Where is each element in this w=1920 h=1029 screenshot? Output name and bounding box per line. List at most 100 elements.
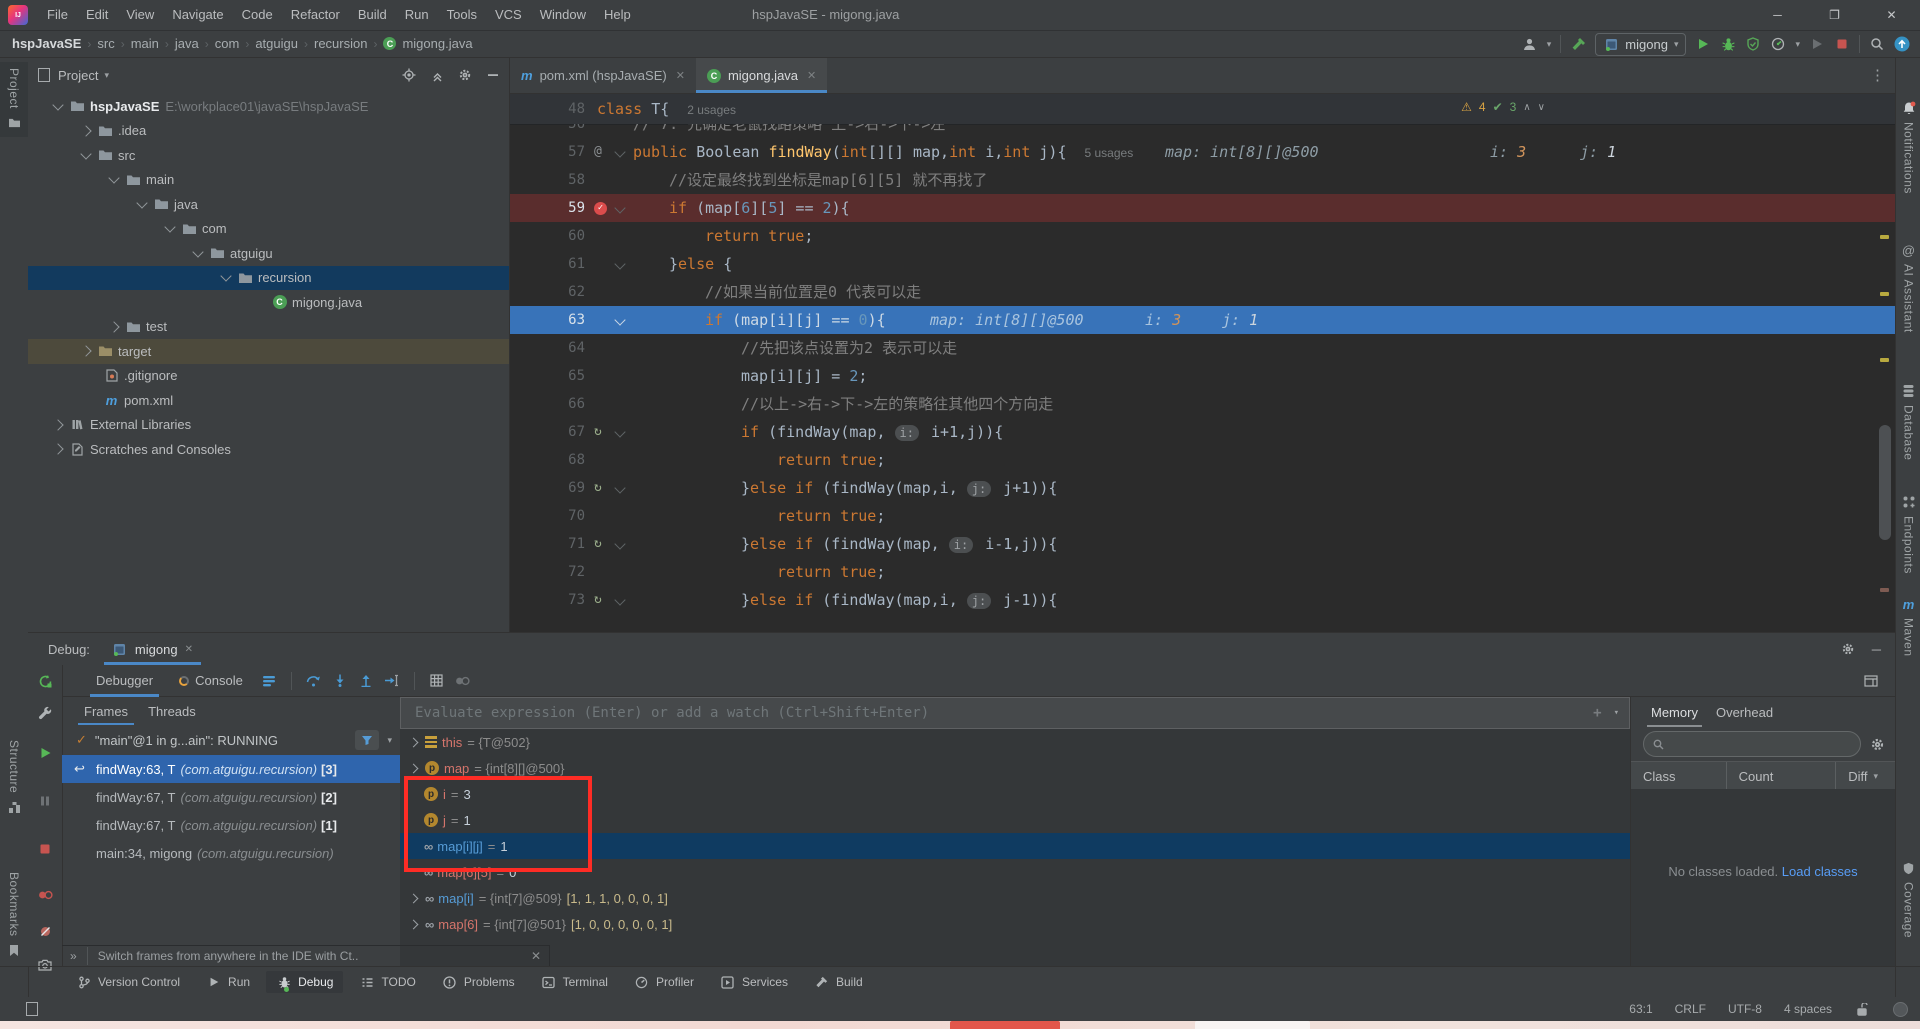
- step-out-icon[interactable]: [358, 673, 374, 689]
- view-breakpoints-icon[interactable]: [37, 887, 53, 903]
- settings-gear-icon[interactable]: [457, 67, 473, 83]
- debug-session-tab[interactable]: migong ✕: [104, 633, 201, 665]
- toolwindow-button-build[interactable]: Build: [804, 971, 873, 993]
- chevron-down-icon[interactable]: ▾: [1614, 708, 1619, 718]
- menu-tools[interactable]: Tools: [438, 0, 486, 30]
- menu-vcs[interactable]: VCS: [486, 0, 531, 30]
- memory-column-count[interactable]: Count: [1726, 762, 1836, 790]
- debug-tab-debugger[interactable]: Debugger: [88, 665, 161, 697]
- stripe-button-maven[interactable]: mMaven: [1896, 597, 1920, 657]
- tab-options-icon[interactable]: ⋮: [1870, 66, 1885, 84]
- caret-position[interactable]: 63:1: [1629, 1002, 1652, 1016]
- indent-setting[interactable]: 4 spaces: [1784, 1002, 1832, 1016]
- breadcrumb-item-src[interactable]: src: [97, 36, 114, 51]
- fold-marker-icon[interactable]: [614, 426, 625, 437]
- code-line-63[interactable]: 63if (map[i][j] == 0){map: int[8][]@500i…: [510, 306, 1895, 334]
- breadcrumb-item-migong.java[interactable]: migong.java: [402, 36, 472, 51]
- menu-view[interactable]: View: [117, 0, 163, 30]
- toolwindow-button-todo[interactable]: TODO: [349, 971, 425, 993]
- tree-item-.gitignore[interactable]: .gitignore: [28, 364, 509, 389]
- collapse-all-icon[interactable]: [429, 67, 445, 83]
- tree-item-ScratchesandConsoles[interactable]: Scratches and Consoles: [28, 437, 509, 462]
- stripe-button-notifications[interactable]: Notifications: [1896, 100, 1920, 194]
- profiler-icon[interactable]: [1770, 36, 1786, 52]
- chevron-down-icon[interactable]: [108, 173, 119, 184]
- memory-settings-gear-icon[interactable]: [1869, 736, 1885, 752]
- close-icon[interactable]: ✕: [807, 69, 816, 82]
- mute-breakpoints-icon[interactable]: [37, 923, 53, 939]
- update-icon[interactable]: [1894, 36, 1910, 52]
- menu-edit[interactable]: Edit: [77, 0, 117, 30]
- close-button[interactable]: ✕: [1863, 0, 1920, 30]
- error-stripe-mark[interactable]: [1880, 292, 1889, 296]
- stack-frame-row[interactable]: main:34, migong (com.atguigu.recursion): [62, 839, 400, 867]
- toolwindow-button-services[interactable]: Services: [710, 971, 798, 993]
- menu-help[interactable]: Help: [595, 0, 640, 30]
- tree-item-pom.xml[interactable]: mpom.xml: [28, 388, 509, 413]
- code-line-67[interactable]: 67↻if (findWay(map, i: i+1,j)){: [510, 418, 1895, 446]
- breakpoint-icon[interactable]: ✓: [594, 202, 607, 215]
- tree-item-main[interactable]: main: [28, 168, 509, 193]
- fold-marker-icon[interactable]: [614, 314, 625, 325]
- search-everywhere-icon[interactable]: [1869, 36, 1885, 52]
- menu-refactor[interactable]: Refactor: [282, 0, 349, 30]
- mute-breakpoints-dim-icon[interactable]: [455, 673, 471, 689]
- chevron-right-icon[interactable]: [409, 893, 419, 903]
- settings-wrench-icon[interactable]: [37, 705, 53, 721]
- code-line-57[interactable]: 57@public Boolean findWay(int[][] map,in…: [510, 138, 1895, 166]
- add-watch-icon[interactable]: +: [1593, 705, 1601, 721]
- chevron-down-icon[interactable]: [164, 222, 175, 233]
- code-line-73[interactable]: 73↻}else if (findWay(map,i, j: j-1)){: [510, 586, 1895, 614]
- settings-gear-icon[interactable]: [1840, 641, 1856, 657]
- tree-item-target[interactable]: target: [28, 339, 509, 364]
- editor-scrollbar[interactable]: [1879, 425, 1891, 540]
- step-into-icon[interactable]: [332, 673, 348, 689]
- usages-inlay[interactable]: 5 usages: [1085, 146, 1134, 160]
- evaluate-expression-input[interactable]: Evaluate expression (Enter) or add a wat…: [400, 697, 1630, 729]
- tree-item-hspJavaSE[interactable]: hspJavaSE E:\workplace01\javaSE\hspJavaS…: [28, 94, 509, 119]
- code-line-72[interactable]: 72return true;: [510, 558, 1895, 586]
- memory-tab-overhead[interactable]: Overhead: [1710, 697, 1779, 727]
- code-line-65[interactable]: 65map[i][j] = 2;: [510, 362, 1895, 390]
- chevron-down-icon[interactable]: ▾: [104, 70, 109, 81]
- project-header-title[interactable]: Project: [58, 68, 98, 83]
- editor-tab-pom.xml[interactable]: mpom.xml (hspJavaSE)✕: [510, 58, 696, 93]
- rerun-icon[interactable]: [37, 673, 53, 689]
- stack-frame-row[interactable]: findWay:67, T (com.atguigu.recursion) [1…: [62, 811, 400, 839]
- tree-item-src[interactable]: src: [28, 143, 509, 168]
- breadcrumb-item-hspJavaSE[interactable]: hspJavaSE: [12, 36, 81, 51]
- code-line-60[interactable]: 60return true;: [510, 222, 1895, 250]
- pause-icon[interactable]: [37, 793, 53, 809]
- stripe-button-database[interactable]: Database: [1896, 383, 1920, 460]
- chevron-right-icon[interactable]: [409, 737, 419, 747]
- layout-settings-icon[interactable]: [261, 673, 277, 689]
- chevron-down-icon[interactable]: [220, 271, 231, 282]
- stripe-button-coverage[interactable]: Coverage: [1896, 860, 1920, 938]
- usages-inlay[interactable]: 2 usages: [687, 103, 736, 117]
- variable-row-mapi[interactable]: ∞map[i] = {int[7]@509} [1, 1, 1, 0, 0, 0…: [400, 885, 1630, 911]
- memory-search-input[interactable]: [1643, 731, 1861, 757]
- chevron-down-icon[interactable]: [80, 148, 91, 159]
- stripe-button-project[interactable]: Project: [0, 62, 28, 137]
- variable-row-this[interactable]: this = {T@502}: [400, 729, 1630, 755]
- error-stripe-mark[interactable]: [1880, 235, 1889, 239]
- stack-frame-row[interactable]: findWay:67, T (com.atguigu.recursion) [2…: [62, 783, 400, 811]
- toolwindow-button-debug[interactable]: Debug: [266, 971, 343, 993]
- thread-selector[interactable]: ✓"main"@1 in g...ain": RUNNING▾: [62, 725, 400, 755]
- code-line-62[interactable]: 62//如果当前位置是0 代表可以走: [510, 278, 1895, 306]
- run-to-cursor-icon[interactable]: [384, 673, 400, 689]
- frames-tab-threads[interactable]: Threads: [140, 697, 204, 725]
- maximize-button[interactable]: ❐: [1806, 0, 1863, 30]
- fold-marker-icon[interactable]: [614, 538, 625, 549]
- error-stripe-mark[interactable]: [1880, 358, 1889, 362]
- close-icon[interactable]: ✕: [676, 69, 685, 82]
- tree-item-migong.java[interactable]: Cmigong.java: [28, 290, 509, 315]
- tool-windows-icon[interactable]: [24, 1001, 40, 1017]
- stripe-button-structure[interactable]: Structure: [0, 740, 28, 815]
- menu-file[interactable]: File: [38, 0, 77, 30]
- tree-item-java[interactable]: java: [28, 192, 509, 217]
- toolwindow-button-run[interactable]: Run: [196, 971, 260, 993]
- menu-build[interactable]: Build: [349, 0, 396, 30]
- toolwindow-button-profiler[interactable]: Profiler: [624, 971, 704, 993]
- fold-marker-icon[interactable]: [614, 146, 625, 157]
